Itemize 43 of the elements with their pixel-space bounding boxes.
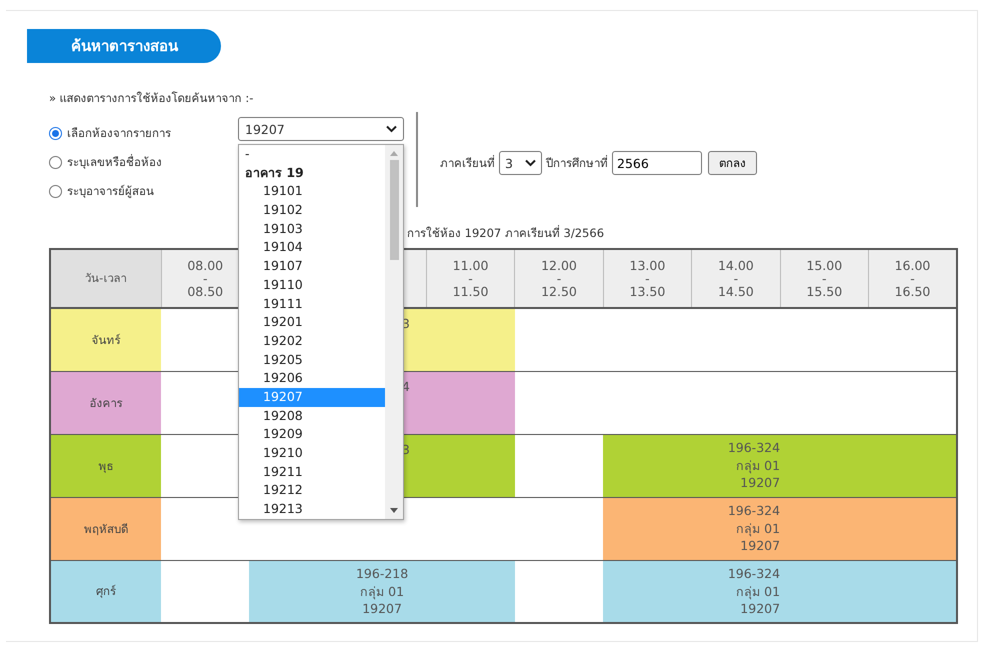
scroll-down-icon [390, 508, 398, 513]
time-header: 16.00 - 16.50 [868, 249, 957, 308]
room-option[interactable]: 19213 [239, 500, 385, 519]
class-cell: 196-324 กลุ่ม 01 19207 [692, 434, 780, 497]
day-cell: พฤหัสบดี [50, 497, 161, 560]
room-select[interactable]: 19207 [238, 117, 404, 141]
year-input[interactable]: 2566 [612, 151, 702, 175]
page-title: ค้นหาตารางสอน [27, 29, 221, 63]
semester-label: ภาคเรียนที่ [440, 154, 495, 172]
time-header: 12.00 - 12.50 [514, 249, 604, 308]
room-option[interactable]: 19103 [239, 220, 385, 238]
table-caption: การใช้ห้อง 19207 ภาคเรียนที่ 3/2566 [407, 224, 606, 242]
room-option[interactable]: 19101 [239, 182, 385, 202]
day-cell: ศุกร์ [50, 560, 161, 623]
time-header: 13.00 - 13.50 [603, 249, 692, 308]
radio-label: ระบุเลขหรือชื่อห้อง [67, 153, 162, 171]
radio-button[interactable] [49, 126, 62, 140]
class-cell: 196-218 กลุ่ม 01 19207 [338, 560, 426, 623]
day-cell: พุธ [50, 434, 161, 497]
radio-button[interactable] [49, 184, 62, 198]
semester-select[interactable]: 3 [499, 151, 542, 175]
radio-label: เลือกห้องจากรายการ [67, 125, 171, 142]
day-cell: จันทร์ [50, 308, 161, 371]
search-intro: » แสดงตารางการใช้ห้องโดยค้นหาจาก :- [49, 90, 254, 107]
scrollbar-thumb[interactable] [390, 160, 398, 260]
radio-label: ระบุอาจารย์ผู้สอน [67, 183, 154, 200]
radio-button[interactable] [49, 156, 62, 168]
year-label: ปีการศึกษาที่ [546, 154, 608, 172]
submit-button[interactable]: ตกลง [708, 151, 757, 175]
header-cell: วัน-เวลา [50, 249, 161, 308]
time-header: 11.00 - 11.50 [426, 249, 515, 308]
scrollbar[interactable] [385, 145, 403, 519]
scroll-up-icon [390, 151, 398, 156]
room-option[interactable]: 19102 [239, 201, 385, 220]
class-cell: 196-324 กลุ่ม 01 19207 [692, 497, 780, 560]
chevron-down-icon [525, 159, 536, 167]
room-option[interactable]: - [239, 145, 385, 164]
chevron-down-icon [386, 125, 397, 133]
option-group-label: อาคาร 19 [244, 164, 305, 182]
day-cell: อังคาร [50, 371, 161, 434]
time-header: 14.00 - 14.50 [692, 249, 780, 308]
time-header: 15.00 - 15.50 [780, 249, 868, 308]
class-cell: 196-324 กลุ่ม 01 19207 [692, 560, 780, 623]
